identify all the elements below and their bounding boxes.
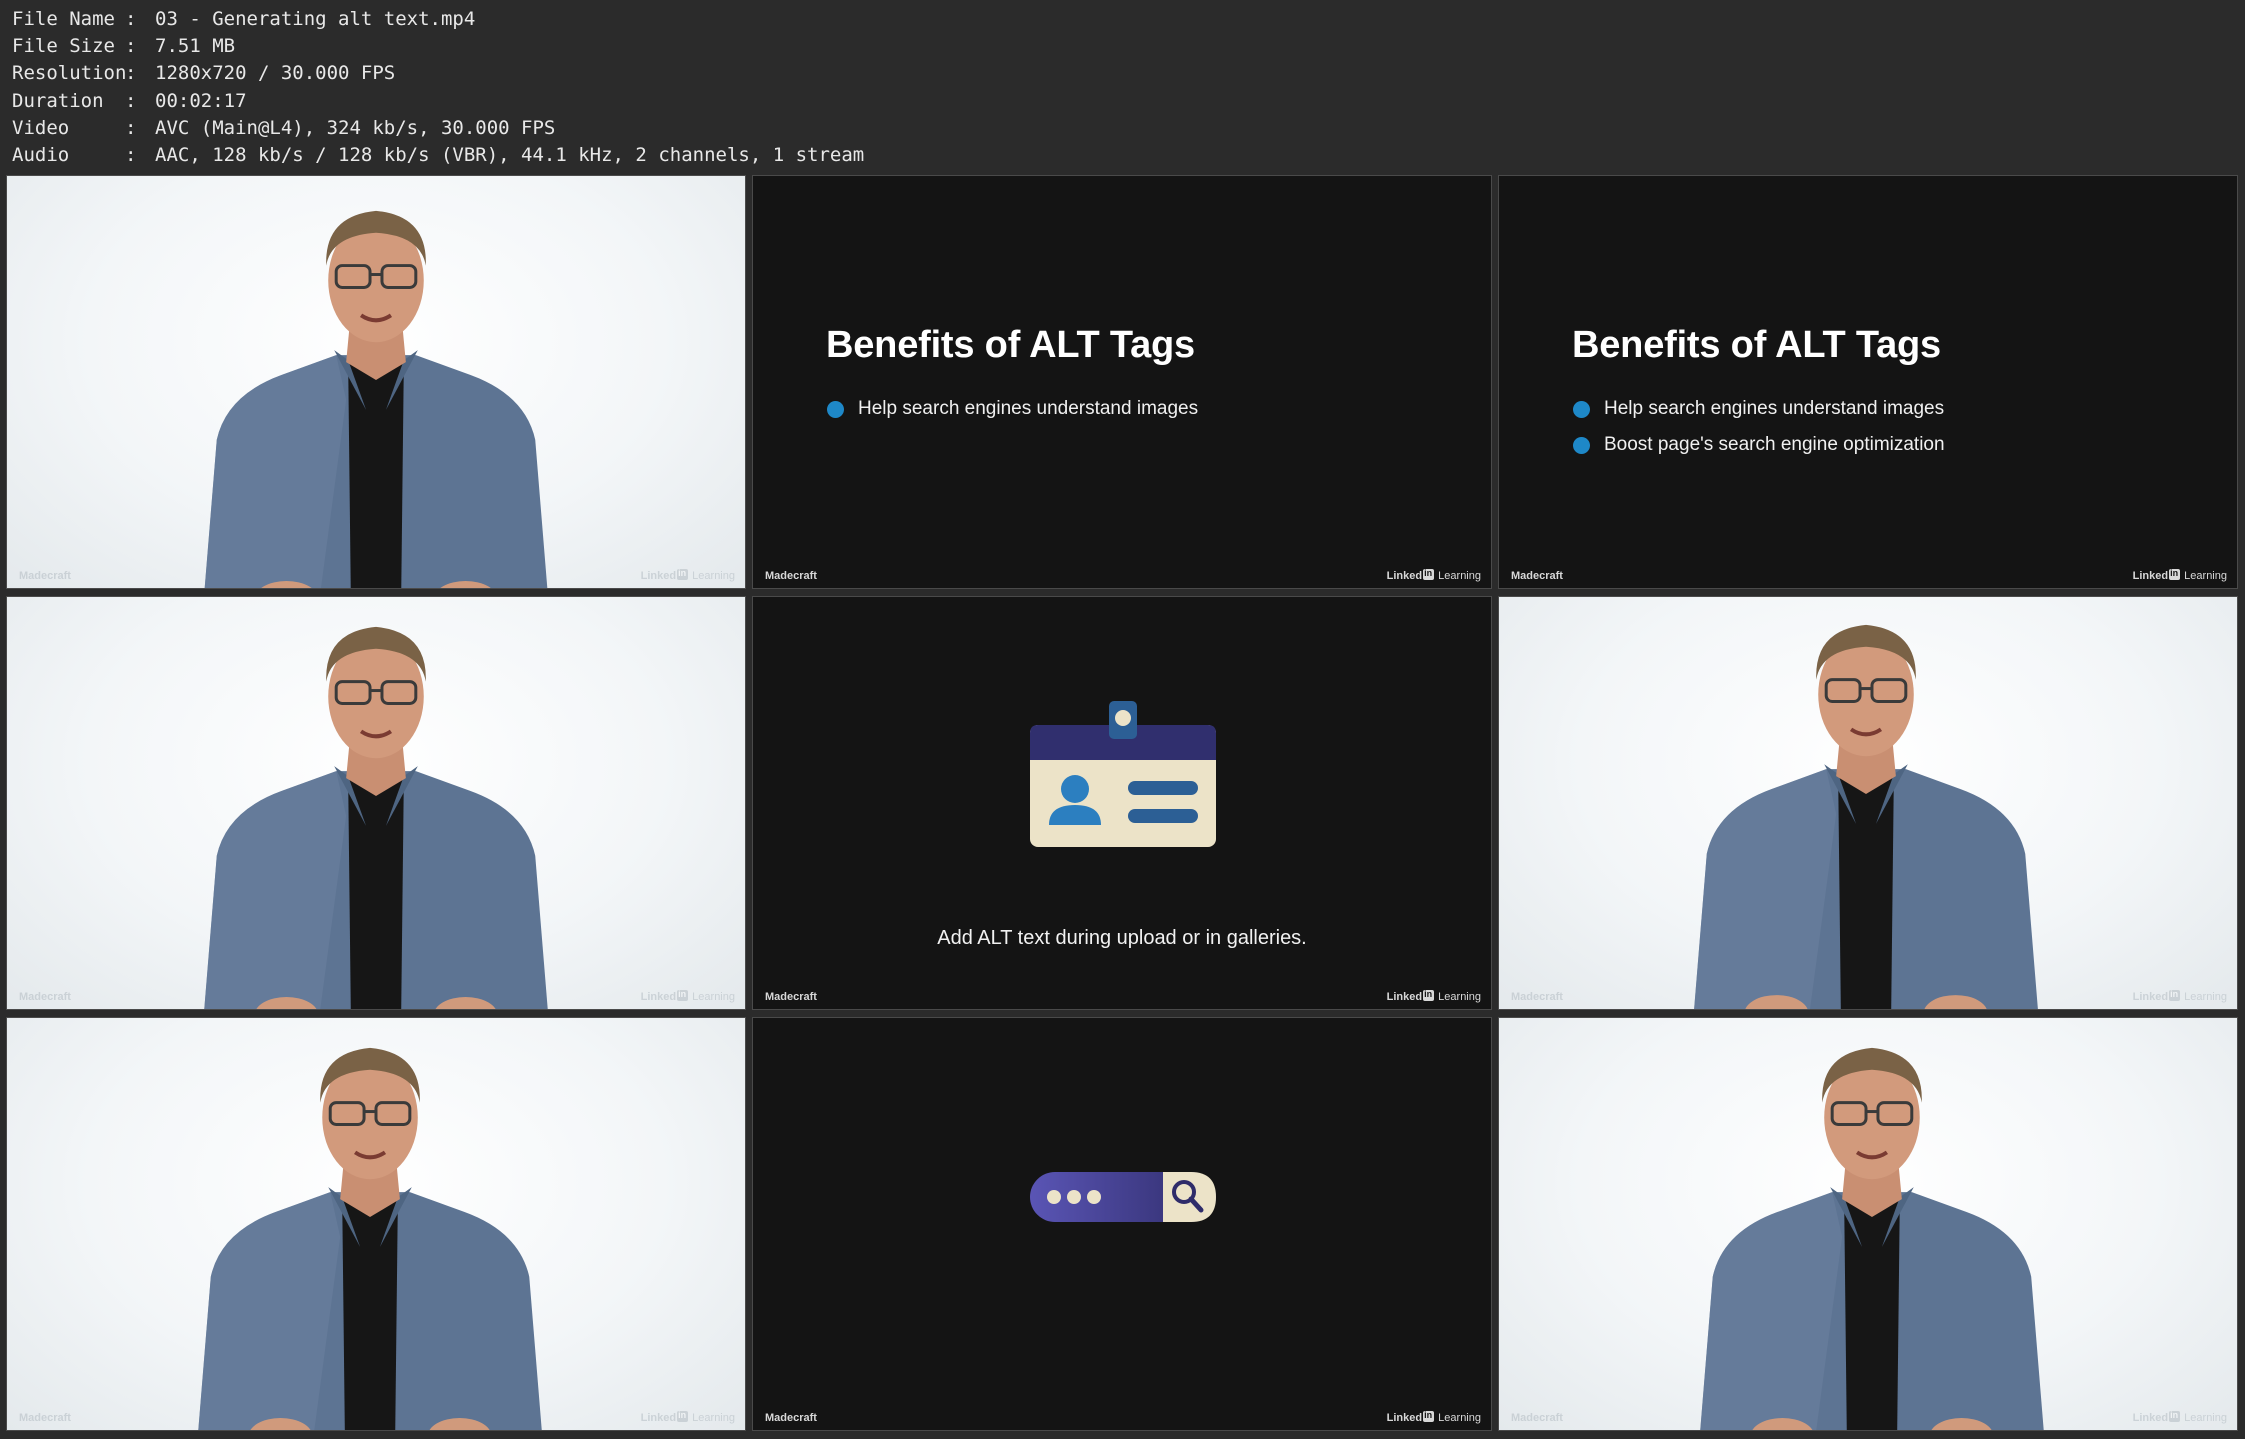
info-value: 03 - Generating alt text.mp4 <box>155 8 476 30</box>
bullet-text: Help search engines understand images <box>858 398 1199 419</box>
bullet-dot-icon <box>827 400 844 418</box>
learning-text: Learning <box>1438 570 1481 582</box>
linkedin-learning-logo: Linked Learning <box>1386 989 1481 1003</box>
madecraft-watermark: Madecraft <box>1511 991 1563 1003</box>
info-row-resolution: Resolution : 1280x720 / 30.000 FPS <box>12 60 864 87</box>
linked-text: Linked <box>640 991 677 1003</box>
info-separator: : <box>125 8 137 30</box>
info-key: Audio <box>12 144 70 167</box>
learning-text: Learning <box>2184 991 2227 1003</box>
bullet-text: Boost page's search engine optimization <box>1604 434 1945 455</box>
linked-text: Linked <box>2132 991 2169 1003</box>
linkedin-in-icon <box>2169 1410 2181 1422</box>
slide-caption: Add ALT text during upload or in galleri… <box>937 927 1307 949</box>
info-row-video: Video : AVC (Main@L4), 324 kb/s, 30.000 … <box>12 115 864 142</box>
learning-text: Learning <box>2184 570 2227 582</box>
info-row-duration: Duration : 00:02:17 <box>12 88 864 115</box>
linked-text: Linked <box>1386 570 1423 582</box>
madecraft-watermark: Madecraft <box>765 1412 817 1424</box>
thumbnail-presenter[interactable]: Madecraft Linked Learning <box>1498 1017 2238 1431</box>
presenter-image <box>193 1045 547 1430</box>
slide-title: Benefits of ALT Tags <box>826 324 1195 366</box>
info-value: AAC, 128 kb/s / 128 kb/s (VBR), 44.1 kHz… <box>155 144 865 167</box>
madecraft-watermark: Madecraft <box>765 991 817 1003</box>
linked-text: Linked <box>640 1412 677 1424</box>
linkedin-learning-logo: Linked Learning <box>2132 989 2227 1003</box>
linkedin-learning-logo: Linked Learning <box>640 989 735 1003</box>
linked-text: Linked <box>2132 570 2169 582</box>
info-key: File Size <box>12 35 115 58</box>
linkedin-in-icon <box>1423 989 1435 1001</box>
linkedin-in-icon <box>1423 1410 1435 1422</box>
linkedin-in-icon <box>1423 568 1435 580</box>
linkedin-learning-logo: Linked Learning <box>640 568 735 582</box>
linkedin-in-icon <box>2169 989 2181 1001</box>
thumbnail-slide-benefits-1[interactable]: Benefits of ALT Tags Help search engines… <box>752 175 1492 589</box>
info-row-audio: Audio : AAC, 128 kb/s / 128 kb/s (VBR), … <box>12 142 864 169</box>
slide-bullet: Help search engines understand images <box>1573 398 1944 420</box>
linked-text: Linked <box>2132 1412 2169 1424</box>
thumbnail-slide-id-badge[interactable]: Add ALT text during upload or in galleri… <box>752 596 1492 1010</box>
info-separator: : <box>125 35 137 58</box>
linkedin-learning-logo: Linked Learning <box>640 1410 735 1424</box>
madecraft-watermark: Madecraft <box>19 991 71 1003</box>
learning-text: Learning <box>692 991 735 1003</box>
info-value: 7.51 MB <box>155 35 236 58</box>
learning-text: Learning <box>1438 1412 1481 1424</box>
info-key: Duration <box>12 89 104 112</box>
bullet-dot-icon <box>1573 400 1590 418</box>
info-separator: : <box>125 62 137 85</box>
slide-title: Benefits of ALT Tags <box>1572 324 1941 366</box>
presenter-image <box>199 208 553 588</box>
linkedin-in-icon <box>2169 568 2181 580</box>
learning-text: Learning <box>1438 991 1481 1003</box>
slide-bullet: Boost page's search engine optimization <box>1573 434 1945 456</box>
info-key: Video <box>12 116 70 139</box>
info-value: AVC (Main@L4), 324 kb/s, 30.000 FPS <box>155 116 556 139</box>
info-key: File Name <box>12 8 115 30</box>
madecraft-watermark: Madecraft <box>19 570 71 582</box>
presenter-image <box>199 624 553 1009</box>
learning-text: Learning <box>2184 1412 2227 1424</box>
info-row-file-size: File Size : 7.51 MB <box>12 33 864 60</box>
search-bar-icon <box>1030 1172 1216 1222</box>
info-key: Resolution <box>12 62 127 85</box>
info-separator: : <box>125 89 137 112</box>
learning-text: Learning <box>692 1412 735 1424</box>
thumbnail-presenter[interactable]: Madecraft Linked Learning <box>6 596 746 1010</box>
madecraft-watermark: Madecraft <box>765 570 817 582</box>
info-separator: : <box>125 144 137 167</box>
bullet-dot-icon <box>1573 436 1590 454</box>
linked-text: Linked <box>1386 991 1423 1003</box>
info-row-file-name: File Name : 03 - Generating alt text.mp4 <box>12 6 864 33</box>
thumbnail-presenter[interactable]: Madecraft Linked Learning <box>1498 596 2238 1010</box>
linked-text: Linked <box>1386 1412 1423 1424</box>
linkedin-in-icon <box>677 989 689 1001</box>
thumbnail-slide-search-bar[interactable]: Madecraft Linked Learning <box>752 1017 1492 1431</box>
linkedin-learning-logo: Linked Learning <box>1386 1410 1481 1424</box>
linkedin-learning-logo: Linked Learning <box>1386 568 1481 582</box>
info-value: 1280x720 / 30.000 FPS <box>155 62 396 85</box>
linkedin-learning-logo: Linked Learning <box>2132 1410 2227 1424</box>
file-info-panel: File Name : 03 - Generating alt text.mp4… <box>12 6 864 169</box>
linkedin-learning-logo: Linked Learning <box>2132 568 2227 582</box>
linked-text: Linked <box>640 570 677 582</box>
slide-bullet: Help search engines understand images <box>827 398 1198 420</box>
learning-text: Learning <box>692 570 735 582</box>
madecraft-watermark: Madecraft <box>1511 1412 1563 1424</box>
presenter-image <box>1695 1045 2049 1430</box>
madecraft-watermark: Madecraft <box>1511 570 1563 582</box>
thumbnail-presenter[interactable]: Madecraft Linked Learning <box>6 1017 746 1431</box>
linkedin-in-icon <box>677 1410 689 1422</box>
info-value: 00:02:17 <box>155 89 247 112</box>
info-separator: : <box>125 116 137 139</box>
madecraft-watermark: Madecraft <box>19 1412 71 1424</box>
thumbnail-slide-benefits-2[interactable]: Benefits of ALT Tags Help search engines… <box>1498 175 2238 589</box>
presenter-image <box>1689 622 2043 1009</box>
linkedin-in-icon <box>677 568 689 580</box>
thumbnail-presenter[interactable]: Madecraft Linked Learning <box>6 175 746 589</box>
bullet-text: Help search engines understand images <box>1604 398 1945 419</box>
